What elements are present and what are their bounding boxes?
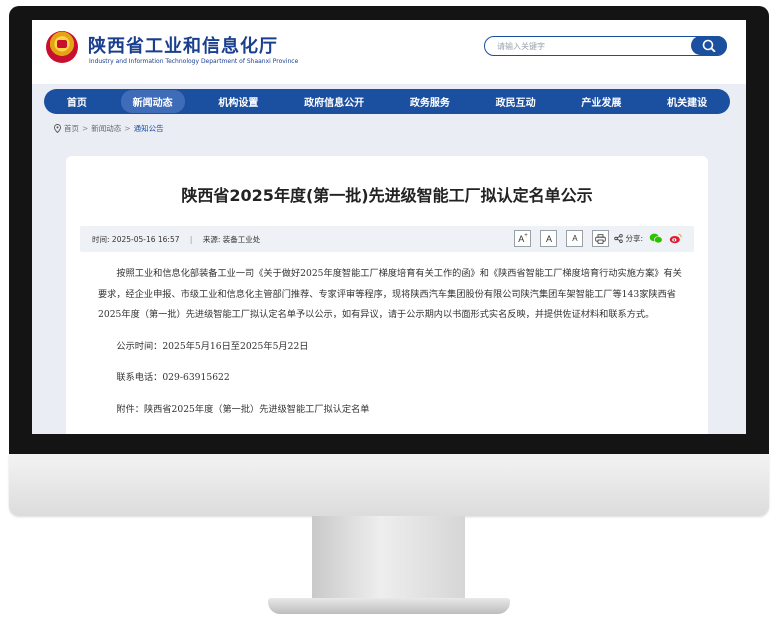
monitor-stand-neck <box>312 516 465 600</box>
breadcrumb-separator: > <box>82 124 89 133</box>
notice-period: 公示时间：2025年5月16日至2025年5月22日 <box>116 340 309 352</box>
article-meta-bar: 时间: 2025-05-16 16:57 | 来源: 装备工业处 A+ A A <box>80 226 694 252</box>
nav-item-news[interactable]: 新闻动态 <box>120 90 185 113</box>
article-tools: A + A A 分享: <box>505 230 682 247</box>
nav-item-gov-info[interactable]: 政府信息公开 <box>292 90 376 113</box>
breadcrumb-news[interactable]: 新闻动态 <box>91 123 121 134</box>
weibo-icon <box>669 233 682 244</box>
emblem-icon[interactable] <box>46 31 78 63</box>
contact-phone: 联系电话：029-63915622 <box>116 372 230 383</box>
nav-item-party-building[interactable]: 机关建设 <box>655 90 719 113</box>
nav-item-services[interactable]: 政务服务 <box>398 90 462 113</box>
source-value: 装备工业处 <box>222 235 261 244</box>
share-label: 分享: <box>614 233 643 244</box>
article-body: 按照工业和信息化部装备工业一司《关于做好2025年度智能工厂梯度培育有关工作的函… <box>98 264 690 420</box>
attachment-link[interactable]: 附件：陕西省2025年度（第一批）先进级智能工厂拟认定名单 <box>98 400 690 421</box>
breadcrumb: 首页 > 新闻动态 > 通知公告 <box>54 123 164 134</box>
nav-item-organization[interactable]: 机构设置 <box>206 90 270 113</box>
search-icon <box>702 39 716 52</box>
site-subtitle: Industry and Information Technology Depa… <box>89 58 299 65</box>
nav-item-interaction[interactable]: 政民互动 <box>484 90 548 113</box>
share-icon <box>614 234 624 243</box>
article-title: 陕西省2025年度(第一批)先进级智能工厂拟认定名单公示 <box>181 186 593 205</box>
source-label: 来源: <box>202 235 221 244</box>
time-label: 时间: <box>92 235 110 244</box>
article-card: 陕西省2025年度(第一批)先进级智能工厂拟认定名单公示 时间: 2025-05… <box>66 156 708 434</box>
nav-item-industry[interactable]: 产业发展 <box>569 90 633 113</box>
site-title[interactable]: 陕西省工业和信息化厅 <box>88 32 278 58</box>
monitor-stand-base <box>268 598 510 614</box>
print-button[interactable] <box>592 230 610 247</box>
share-wechat-button[interactable] <box>649 233 663 244</box>
main-nav: 首页 新闻动态 机构设置 政府信息公开 政务服务 政民互动 产业发展 机关建设 <box>44 89 730 114</box>
site-header: 陕西省工业和信息化厅 Industry and Information Tech… <box>32 20 746 84</box>
breadcrumb-home[interactable]: 首页 <box>64 123 79 134</box>
print-icon <box>595 233 607 244</box>
meta-divider: | <box>189 235 193 244</box>
search-input[interactable] <box>497 39 677 53</box>
publish-time: 2025-05-16 16:57 <box>111 235 180 244</box>
share-weibo-button[interactable] <box>669 233 682 244</box>
search-box <box>484 36 727 56</box>
breadcrumb-current[interactable]: 通知公告 <box>134 123 164 134</box>
article-paragraph: 按照工业和信息化部装备工业一司《关于做好2025年度智能工厂梯度培育有关工作的函… <box>98 268 682 320</box>
monitor-chin <box>9 454 769 516</box>
browser-screen: 陕西省工业和信息化厅 Industry and Information Tech… <box>32 20 746 434</box>
location-pin-icon <box>54 124 61 133</box>
font-decrease-button[interactable]: A <box>566 230 584 247</box>
search-button[interactable] <box>691 36 727 55</box>
nav-item-home[interactable]: 首页 <box>55 90 99 113</box>
wechat-icon <box>649 233 663 244</box>
font-increase-button[interactable]: A + <box>514 230 532 247</box>
breadcrumb-separator: > <box>124 124 131 133</box>
article-meta: 时间: 2025-05-16 16:57 | 来源: 装备工业处 <box>92 234 260 245</box>
font-normal-button[interactable]: A <box>540 230 558 247</box>
